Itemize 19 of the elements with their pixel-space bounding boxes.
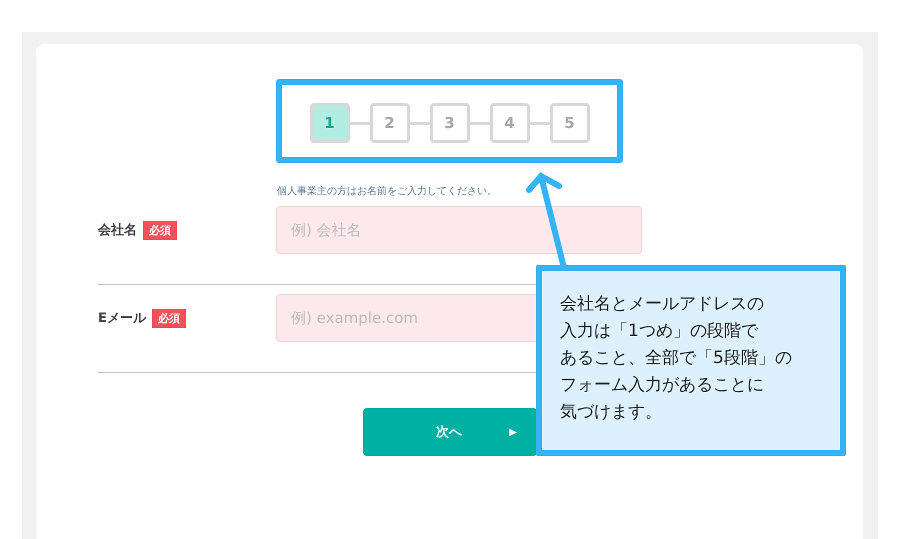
- callout-text: フォーム入力があることに: [560, 374, 764, 397]
- step-indicator: 5: [550, 103, 590, 143]
- input-field[interactable]: 例) 会社名: [276, 206, 642, 254]
- required-badge: 必須: [152, 308, 186, 328]
- field-label: 会社名: [98, 222, 137, 239]
- step-indicator: 2: [370, 103, 410, 143]
- callout-text: 気づけます。: [560, 401, 662, 424]
- callout-text: あること、全部で「5段階」の: [560, 347, 792, 370]
- step-connector: [530, 122, 550, 124]
- next-button[interactable]: 次へ ▶: [363, 408, 537, 456]
- step-indicator: 3: [430, 103, 470, 143]
- step-indicator: 1: [310, 103, 350, 143]
- step-connector: [350, 122, 370, 124]
- required-badge: 必須: [143, 220, 177, 240]
- step-connector: [470, 122, 490, 124]
- hint-text: 個人事業主の方はお名前をご入力してください。: [277, 185, 498, 198]
- step-connector: [410, 122, 430, 124]
- step-indicator: 4: [490, 103, 530, 143]
- field-label: Eメール: [98, 310, 146, 327]
